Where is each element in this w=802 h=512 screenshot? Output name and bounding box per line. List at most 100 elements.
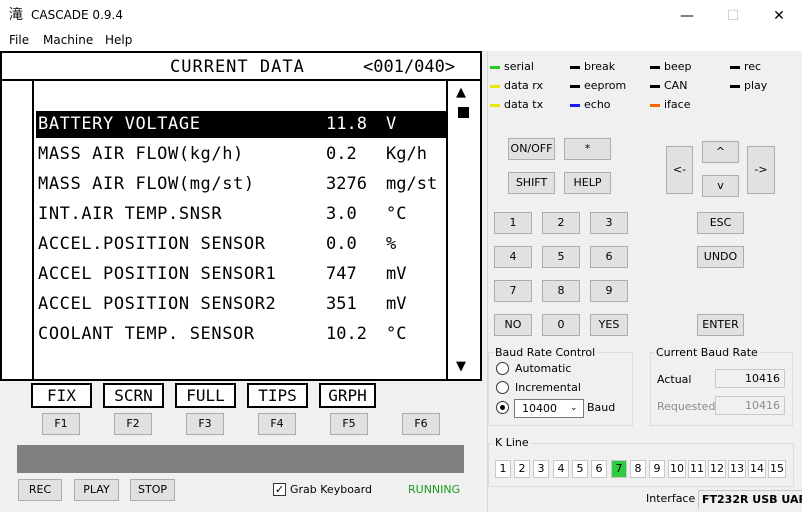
key-3-button[interactable]: 3 [590,212,628,234]
left-arrow-button[interactable]: <- [666,146,693,194]
data-label: BATTERY VOLTAGE [38,114,201,134]
key-0-button[interactable]: 0 [542,314,580,336]
f2-button[interactable]: F2 [114,413,152,435]
legend-swatch [650,104,660,107]
chevron-down-icon: ⌄ [570,403,578,413]
close-button[interactable]: ✕ [756,0,802,31]
yes-button[interactable]: YES [590,314,628,336]
rec-button[interactable]: REC [18,479,62,501]
requested-label: Requested [657,400,716,413]
actual-baud-field: 10416 [715,369,785,388]
data-row[interactable]: COOLANT TEMP. SENSOR 10.2 °C [36,321,446,348]
baud-select[interactable]: 10400 ⌄ [514,399,584,418]
interface-label: Interface [646,492,696,505]
data-row[interactable]: ACCEL POSITION SENSOR1 747 mV [36,261,446,288]
scroll-thumb[interactable] [458,107,469,118]
undo-button[interactable]: UNDO [697,246,744,268]
data-label: ACCEL.POSITION SENSOR [38,234,266,254]
right-arrow-button[interactable]: -> [747,146,775,194]
star-button[interactable]: * [564,138,611,160]
grab-keyboard-label: Grab Keyboard [290,483,372,496]
grab-keyboard-checkbox[interactable]: ✓ [273,483,286,496]
data-row[interactable]: MASS AIR FLOW(kg/h) 0.2 Kg/h [36,141,446,168]
f1-button[interactable]: F1 [42,413,80,435]
automatic-radio[interactable] [496,362,509,375]
k-line-14[interactable]: 14 [748,460,766,478]
minimize-button[interactable]: — [664,0,710,31]
f3-button[interactable]: F3 [186,413,224,435]
key-5-button[interactable]: 5 [542,246,580,268]
data-row[interactable]: BATTERY VOLTAGE 11.8 V [36,111,446,138]
key-1-button[interactable]: 1 [494,212,532,234]
k-line-6[interactable]: 6 [591,460,607,478]
k-line-3[interactable]: 3 [533,460,549,478]
maximize-button[interactable]: ☐ [710,0,756,31]
menu-help[interactable]: Help [105,33,132,48]
legend-swatch [570,104,580,107]
automatic-label: Automatic [515,362,572,375]
k-line-12[interactable]: 12 [708,460,726,478]
help-button[interactable]: HELP [564,172,611,194]
k-line-5[interactable]: 5 [572,460,588,478]
data-label: COOLANT TEMP. SENSOR [38,324,255,344]
k-line-10[interactable]: 10 [668,460,686,478]
k-line-2[interactable]: 2 [514,460,530,478]
k-line-13[interactable]: 13 [728,460,746,478]
legend-swatch [570,85,580,88]
scroll-up-arrow-icon[interactable]: ▲ [456,86,466,100]
on-off-button[interactable]: ON/OFF [508,138,555,160]
incremental-radio[interactable] [496,381,509,394]
key-2-button[interactable]: 2 [542,212,580,234]
data-unit: °C [386,324,407,344]
data-row[interactable]: ACCEL.POSITION SENSOR 0.0 % [36,231,446,258]
k-line-7[interactable]: 7 [611,460,627,478]
scroll-down-arrow-icon[interactable]: ▼ [456,360,466,374]
data-value: 747 [326,264,357,284]
legend-label: data tx [504,98,544,111]
f5-button[interactable]: F5 [330,413,368,435]
legend-label: rec [744,60,762,73]
key-6-button[interactable]: 6 [590,246,628,268]
esc-button[interactable]: ESC [697,212,744,234]
f6-button[interactable]: F6 [402,413,440,435]
data-value: 3276 [326,174,367,194]
softkey-label-scrn: SCRN [103,383,164,408]
data-row[interactable]: INT.AIR TEMP.SNSR 3.0 °C [36,201,446,228]
lcd-header: CURRENT DATA [170,57,305,77]
key-4-button[interactable]: 4 [494,246,532,268]
manual-baud-radio[interactable] [496,401,509,414]
key-9-button[interactable]: 9 [590,280,628,302]
k-line-1[interactable]: 1 [495,460,511,478]
no-button[interactable]: NO [494,314,532,336]
menu-file[interactable]: File [9,33,29,48]
data-value: 0.2 [326,144,357,164]
data-row[interactable]: ACCEL POSITION SENSOR2 351 mV [36,291,446,318]
legend-label: beep [664,60,692,73]
data-label: MASS AIR FLOW(mg/st) [38,174,255,194]
actual-label: Actual [657,373,692,386]
play-button[interactable]: PLAY [74,479,119,501]
data-row[interactable]: MASS AIR FLOW(mg/st) 3276 mg/st [36,171,446,198]
shift-button[interactable]: SHIFT [508,172,555,194]
legend-label: CAN [664,79,688,92]
key-7-button[interactable]: 7 [494,280,532,302]
menu-machine[interactable]: Machine [43,33,93,48]
legend-swatch [490,85,500,88]
enter-button[interactable]: ENTER [697,314,744,336]
k-line-9[interactable]: 9 [649,460,665,478]
stop-button[interactable]: STOP [130,479,175,501]
key-8-button[interactable]: 8 [542,280,580,302]
legend-label: iface [664,98,691,111]
legend-swatch [730,66,740,69]
app-icon: 滝 [9,7,23,23]
f4-button[interactable]: F4 [258,413,296,435]
k-line-8[interactable]: 8 [630,460,646,478]
up-arrow-button[interactable]: ^ [702,141,739,163]
data-unit: mV [386,264,407,284]
baud-rate-control-title: Baud Rate Control [493,346,598,359]
data-label: ACCEL POSITION SENSOR1 [38,264,277,284]
k-line-15[interactable]: 15 [768,460,786,478]
down-arrow-button[interactable]: v [702,175,739,197]
k-line-11[interactable]: 11 [688,460,706,478]
k-line-4[interactable]: 4 [553,460,569,478]
